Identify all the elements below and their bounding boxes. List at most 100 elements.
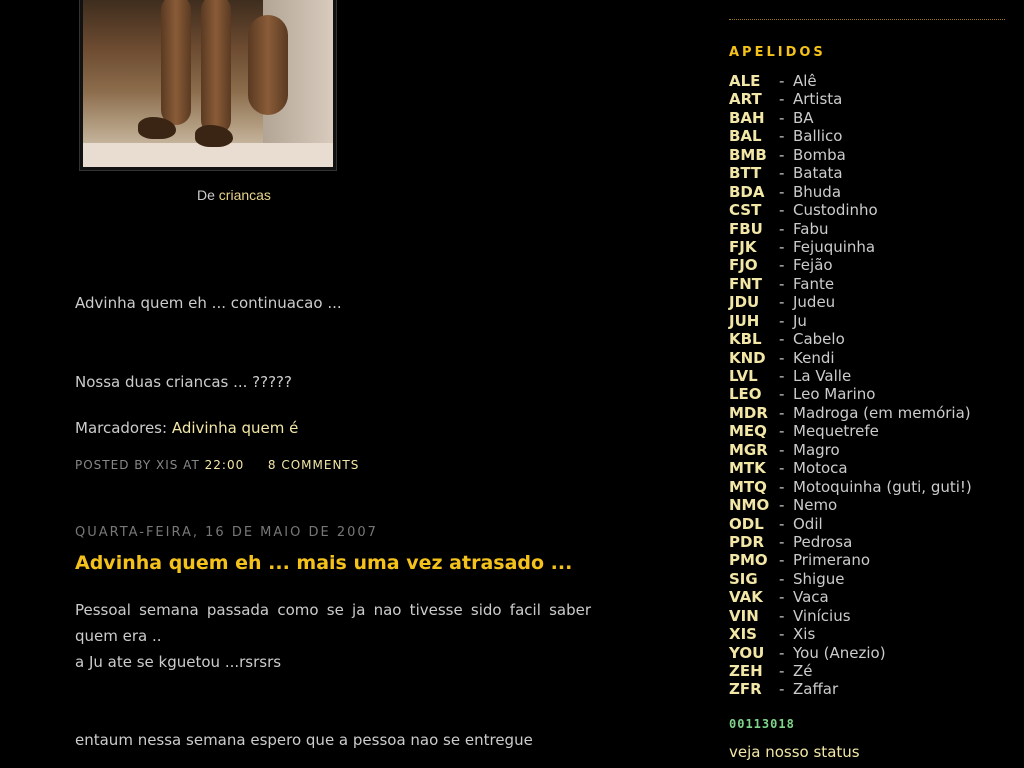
apelido-code: BTT: [729, 164, 762, 183]
apelido-name: Custodinho: [793, 201, 878, 220]
apelido-separator: -: [779, 367, 785, 385]
apelido-item: VIN - Vinícius: [729, 607, 972, 625]
apelido-code: KND: [729, 348, 766, 367]
date-header: QUARTA-FEIRA, 16 DE MAIO DE 2007: [75, 525, 378, 540]
posted-by: POSTED BY XIS AT: [75, 458, 200, 472]
apelido-code: ODL: [729, 514, 764, 533]
apelido-code: MGR: [729, 440, 768, 459]
labels-prefix: Marcadores:: [75, 419, 168, 437]
apelido-item: PDR - Pedrosa: [729, 533, 972, 551]
apelido-separator: -: [779, 108, 785, 127]
apelido-item: ZEH - Zé: [729, 662, 972, 680]
apelido-name: Mequetrefe: [793, 422, 879, 441]
apelido-separator: -: [779, 293, 785, 312]
apelido-item: JDU - Judeu: [729, 293, 972, 311]
apelido-name: You (Anezio): [793, 643, 886, 662]
post-photo[interactable]: [79, 0, 337, 171]
apelido-item: BTT - Batata: [729, 164, 972, 182]
caption-prefix: De: [197, 187, 215, 203]
post-text-line: Advinha quem eh ... continuacao ...: [75, 294, 342, 312]
apelido-item: MGR - Magro: [729, 441, 972, 459]
apelido-name: Bhuda: [793, 182, 842, 201]
apelido-name: Odil: [793, 514, 823, 533]
status-link[interactable]: veja nosso status: [729, 743, 860, 761]
apelido-name: BA: [793, 108, 814, 127]
apelido-item: ART - Artista: [729, 90, 972, 108]
apelido-separator: -: [779, 403, 785, 422]
post-body: Pessoal semana passada como se ja nao ti…: [75, 597, 591, 753]
post-body-line: Pessoal semana passada como se ja nao ti…: [75, 601, 591, 645]
visit-counter: 00113018: [729, 717, 795, 731]
apelido-separator: -: [779, 127, 785, 146]
apelido-separator: -: [779, 440, 785, 459]
apelido-name: Shigue: [793, 569, 845, 588]
apelido-code: MTQ: [729, 477, 767, 496]
post-body-line: entaum nessa semana espero que a pessoa …: [75, 731, 533, 749]
apelido-item: JUH - Ju: [729, 312, 972, 330]
apelido-name: Ballico: [793, 127, 843, 146]
apelido-item: KBL - Cabelo: [729, 330, 972, 348]
apelido-separator: -: [779, 201, 785, 220]
apelido-code: YOU: [729, 643, 765, 662]
apelido-separator: -: [779, 606, 785, 625]
apelido-code: MDR: [729, 403, 768, 422]
apelido-name: Bomba: [793, 145, 846, 164]
apelido-name: Leo Marino: [793, 385, 876, 404]
apelido-item: BAH - BA: [729, 109, 972, 127]
apelido-name: Fante: [793, 274, 835, 293]
apelido-separator: -: [779, 330, 785, 349]
apelido-code: ART: [729, 90, 762, 109]
apelido-code: KBL: [729, 330, 762, 349]
post-title[interactable]: Advinha quem eh ... mais uma vez atrasad…: [75, 552, 572, 574]
caption-link[interactable]: criancas: [219, 187, 271, 203]
photo-leg: [248, 15, 288, 115]
apelido-code: XIS: [729, 625, 757, 644]
apelido-separator: -: [779, 477, 785, 496]
photo-leg: [161, 0, 191, 125]
apelido-name: La Valle: [793, 367, 852, 385]
apelido-name: Pedrosa: [793, 532, 853, 551]
apelido-item: MTQ - Motoquinha (guti, guti!): [729, 478, 972, 496]
apelido-separator: -: [779, 219, 785, 238]
apelido-code: SIG: [729, 569, 758, 588]
apelido-item: ALE - Alê: [729, 72, 972, 90]
apelido-name: Xis: [793, 625, 816, 644]
apelido-code: ZEH: [729, 662, 763, 680]
apelido-name: Ju: [793, 311, 807, 330]
apelido-code: PMO: [729, 551, 768, 570]
label-link[interactable]: Adivinha quem é: [172, 419, 299, 437]
apelido-name: Judeu: [793, 293, 836, 312]
apelido-item: NMO - Nemo: [729, 496, 972, 514]
apelido-separator: -: [779, 311, 785, 330]
apelido-item: BDA - Bhuda: [729, 183, 972, 201]
apelido-code: LEO: [729, 385, 762, 404]
apelido-code: CST: [729, 201, 762, 220]
apelido-code: LVL: [729, 367, 758, 385]
apelido-code: FBU: [729, 219, 763, 238]
apelido-code: NMO: [729, 496, 770, 515]
apelido-item: LVL - La Valle: [729, 367, 972, 385]
apelido-name: Zé: [793, 662, 813, 680]
apelido-name: Kendi: [793, 348, 835, 367]
apelido-item: KND - Kendi: [729, 349, 972, 367]
apelido-code: MEQ: [729, 422, 767, 441]
apelido-separator: -: [779, 514, 785, 533]
apelido-separator: -: [779, 662, 785, 680]
apelido-item: BAL - Ballico: [729, 127, 972, 145]
photo-leg: [201, 0, 231, 135]
apelido-item: FJK - Fejuquinha: [729, 238, 972, 256]
apelido-name: Motoquinha (guti, guti!): [793, 477, 972, 496]
apelido-item: FNT - Fante: [729, 275, 972, 293]
comments-link[interactable]: 8 COMMENTS: [268, 458, 360, 472]
apelido-name: Vaca: [793, 588, 829, 607]
post-time-link[interactable]: 22:00: [205, 458, 245, 472]
apelido-separator: -: [779, 532, 785, 551]
apelido-separator: -: [779, 274, 785, 293]
apelido-name: Magro: [793, 440, 840, 459]
apelido-item: ZFR - Zaffar: [729, 680, 972, 698]
post-labels: Marcadores: Adivinha quem é: [75, 419, 298, 437]
apelido-name: Primerano: [793, 551, 870, 570]
apelido-separator: -: [779, 72, 785, 90]
apelido-item: MDR - Madroga (em memória): [729, 404, 972, 422]
apelido-code: BAL: [729, 127, 762, 146]
